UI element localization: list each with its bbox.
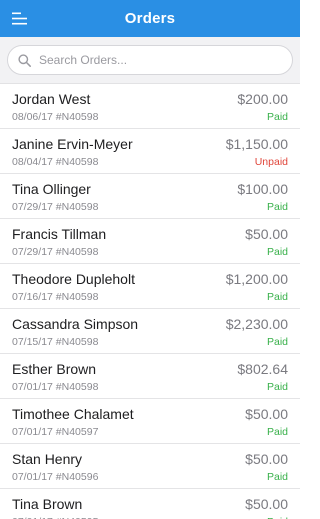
order-info: Francis Tillman 07/29/17 #N40598	[12, 224, 106, 263]
order-summary: $802.64 Paid	[237, 359, 288, 398]
order-meta: 07/01/17 #N40596	[12, 470, 98, 484]
order-amount: $1,200.00	[225, 271, 288, 287]
order-meta: 08/04/17 #N40598	[12, 155, 133, 169]
order-info: Stan Henry 07/01/17 #N40596	[12, 449, 98, 488]
order-summary: $2,230.00 Paid	[226, 314, 288, 353]
order-amount: $200.00	[237, 91, 288, 107]
order-number: #N40596	[55, 471, 99, 483]
order-info: Theodore Dupleholt 07/16/17 #N40598	[12, 269, 135, 308]
search-input[interactable]	[39, 53, 292, 67]
order-info: Tina Brown 07/01/17 #N40595	[12, 494, 98, 519]
status-badge: Paid	[266, 246, 288, 258]
order-amount: $2,230.00	[225, 316, 288, 332]
status-badge: Paid	[266, 426, 288, 438]
order-summary: $50.00 Paid	[245, 404, 288, 443]
hamburger-menu-icon[interactable]	[12, 11, 27, 26]
order-list: Jordan West 08/06/17 #N40598 $200.00 Paid Ja…	[0, 84, 300, 519]
customer-name: Janine Ervin-Meyer	[12, 136, 133, 152]
order-number: #N40597	[55, 426, 99, 438]
order-number: #N40598	[55, 381, 99, 393]
order-row[interactable]: Cassandra Simpson 07/15/17 #N40598 $2,230.…	[0, 309, 300, 354]
order-row[interactable]: Timothee Chalamet 07/01/17 #N40597 $50.00 P…	[0, 399, 300, 444]
order-meta: 07/01/17 #N40595	[12, 515, 98, 519]
status-badge: Paid	[267, 515, 288, 519]
order-amount: $100.00	[237, 181, 288, 197]
order-amount: $50.00	[245, 496, 288, 512]
order-summary: $1,200.00 Paid	[226, 269, 288, 308]
customer-name: Stan Henry	[12, 451, 83, 467]
search-field[interactable]	[7, 45, 293, 75]
order-date: 07/16/17	[12, 291, 53, 303]
order-row[interactable]: Esther Brown 07/01/17 #N40598 $802.64 Paid	[0, 354, 300, 399]
customer-name: Theodore Dupleholt	[12, 271, 135, 287]
order-meta: 08/06/17 #N40598	[12, 110, 98, 124]
order-amount: $802.64	[237, 361, 288, 377]
order-meta: 07/01/17 #N40598	[12, 380, 98, 394]
order-meta: 07/29/17 #N40598	[12, 200, 98, 214]
order-date: 08/04/17	[12, 156, 53, 168]
order-summary: $100.00 Paid	[237, 179, 288, 218]
order-row[interactable]: Theodore Dupleholt 07/16/17 #N40598 $1,200…	[0, 264, 300, 309]
order-date: 07/01/17	[12, 381, 53, 393]
order-info: Esther Brown 07/01/17 #N40598	[12, 359, 98, 398]
app-header: Orders	[0, 0, 300, 37]
order-date: 08/06/17	[12, 111, 53, 123]
order-number: #N40598	[55, 246, 99, 258]
status-badge: Paid	[266, 471, 288, 483]
order-amount: $50.00	[245, 406, 288, 422]
customer-name: Jordan West	[12, 91, 91, 107]
order-summary: $50.00 Paid	[245, 449, 288, 488]
order-row[interactable]: Janine Ervin-Meyer 08/04/17 #N40598 $1,150…	[0, 129, 300, 174]
customer-name: Cassandra Simpson	[12, 316, 139, 332]
order-date: 07/15/17	[12, 336, 53, 348]
customer-name: Tina Ollinger	[12, 181, 91, 197]
order-amount: $1,150.00	[225, 136, 288, 152]
order-date: 07/01/17	[12, 471, 53, 483]
order-row[interactable]: Jordan West 08/06/17 #N40598 $200.00 Paid	[0, 84, 300, 129]
search-icon	[18, 53, 31, 67]
search-bar	[0, 37, 300, 84]
order-date: 07/29/17	[12, 201, 53, 213]
status-badge: Paid	[266, 336, 288, 348]
order-number: #N40598	[55, 156, 99, 168]
order-summary: $200.00 Paid	[237, 89, 288, 128]
customer-name: Tina Brown	[12, 496, 83, 512]
order-info: Janine Ervin-Meyer 08/04/17 #N40598	[12, 134, 133, 173]
order-info: Cassandra Simpson 07/15/17 #N40598	[12, 314, 138, 353]
status-badge: Paid	[266, 201, 288, 213]
order-summary: $50.00 Paid	[245, 494, 288, 519]
order-meta: 07/29/17 #N40598	[12, 245, 106, 259]
order-number: #N40598	[55, 201, 99, 213]
order-date: 07/29/17	[12, 246, 53, 258]
order-amount: $50.00	[245, 226, 288, 242]
customer-name: Francis Tillman	[12, 226, 107, 242]
order-row[interactable]: Tina Brown 07/01/17 #N40595 $50.00 Paid	[0, 489, 300, 519]
customer-name: Timothee Chalamet	[12, 406, 134, 422]
order-info: Tina Ollinger 07/29/17 #N40598	[12, 179, 98, 218]
order-amount: $50.00	[245, 451, 288, 467]
order-date: 07/01/17	[12, 426, 53, 438]
order-meta: 07/01/17 #N40597	[12, 425, 134, 439]
order-row[interactable]: Francis Tillman 07/29/17 #N40598 $50.00 Pai…	[0, 219, 300, 264]
status-badge: Paid	[266, 291, 288, 303]
order-info: Jordan West 08/06/17 #N40598	[12, 89, 98, 128]
order-number: #N40598	[55, 291, 99, 303]
order-number: #N40598	[55, 111, 99, 123]
order-row[interactable]: Stan Henry 07/01/17 #N40596 $50.00 Paid	[0, 444, 300, 489]
order-meta: 07/15/17 #N40598	[12, 335, 138, 349]
order-row[interactable]: Tina Ollinger 07/29/17 #N40598 $100.00 Paid	[0, 174, 300, 219]
status-badge: Unpaid	[254, 156, 288, 168]
status-badge: Paid	[266, 381, 288, 393]
order-info: Timothee Chalamet 07/01/17 #N40597	[12, 404, 134, 443]
order-summary: $1,150.00 Unpaid	[226, 134, 288, 173]
page-title: Orders	[124, 10, 176, 27]
order-meta: 07/16/17 #N40598	[12, 290, 135, 304]
order-number: #N40598	[55, 336, 99, 348]
order-summary: $50.00 Paid	[245, 224, 288, 263]
status-badge: Paid	[266, 111, 288, 123]
customer-name: Esther Brown	[12, 361, 97, 377]
